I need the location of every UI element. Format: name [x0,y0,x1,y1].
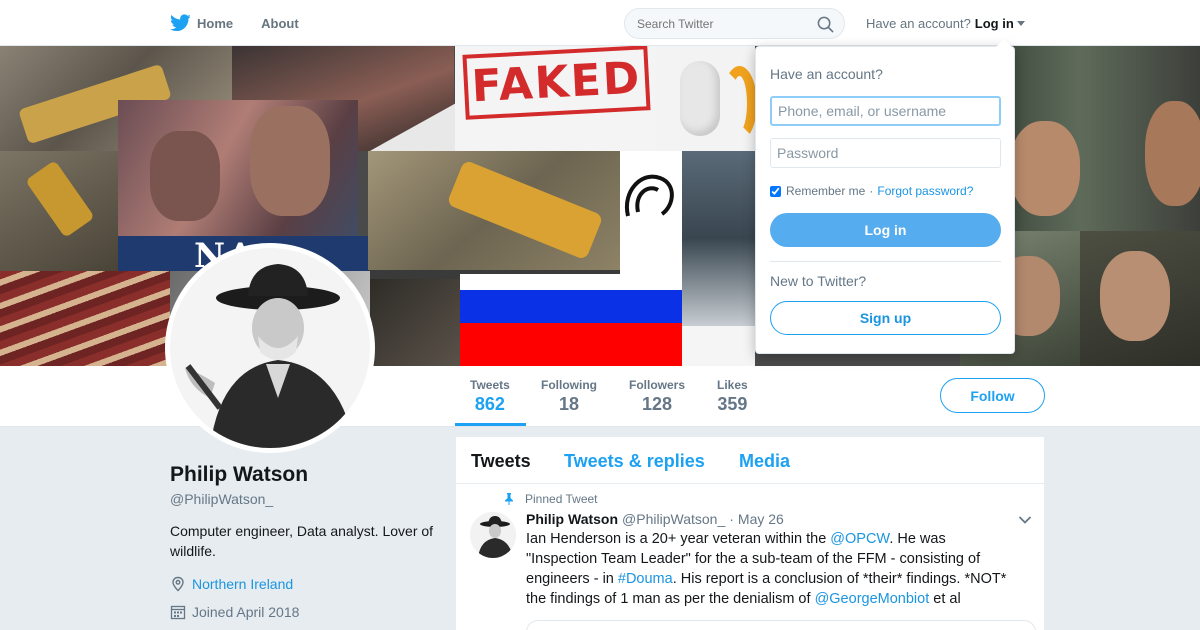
tweet-media-card[interactable] [526,620,1036,630]
remember-me-label[interactable]: Remember me [786,184,865,198]
tweet-text-part-4: et al [929,591,961,607]
tweet-author-avatar[interactable] [470,512,516,558]
dropdown-title: Have an account? [770,66,883,82]
stat-following[interactable]: Following 18 [541,378,597,415]
tweet-author-handle[interactable]: @PhilipWatson_ [622,511,725,527]
banner-faked-stamp: FAKED [455,46,655,151]
banner-photo-press [682,151,755,326]
tweet-author-name[interactable]: Philip Watson [526,511,618,527]
banner-logo-icon [624,174,674,217]
tweet-text-part-1: Ian Henderson is a 20+ year veteran with… [526,531,831,547]
forgot-password-link[interactable]: Forgot password? [877,184,973,198]
new-to-twitter-text: New to Twitter? [770,273,867,289]
signup-button[interactable]: Sign up [770,301,1001,335]
stat-tweets-value: 862 [474,394,505,414]
login-link[interactable]: Log in [975,16,1014,31]
pinned-tweet-label: Pinned Tweet [525,492,598,506]
banner-white-figure [680,61,720,136]
timeline-tabs: Tweets Tweets & replies Media [456,437,1044,484]
stat-likes[interactable]: Likes 359 [717,378,748,415]
profile-joined-text: Joined April 2018 [192,604,300,620]
password-field[interactable] [770,138,1001,168]
stat-tweets[interactable]: Tweets 862 [470,378,510,415]
avatar-image [170,248,370,448]
active-stat-underline [455,423,526,426]
dropdown-divider [770,261,1001,262]
stat-followers-value: 128 [641,394,673,414]
profile-name[interactable]: Philip Watson [170,463,308,487]
nav-left: Home About [170,0,327,46]
tweet-avatar-image [470,512,516,558]
tab-media[interactable]: Media [739,451,790,472]
login-button[interactable]: Log in [770,213,1001,247]
nav-home-label: Home [197,15,234,31]
banner-man-2 [1145,101,1200,206]
profile-joined-row: Joined April 2018 [170,604,299,620]
stat-likes-value: 359 [717,394,748,414]
remember-separator: · [869,184,874,198]
nav-home[interactable]: Home [170,0,233,46]
search-icon[interactable] [817,16,834,33]
tab-tweets[interactable]: Tweets [471,451,531,472]
banner-photo-mask [368,279,460,366]
banner-photo-blankets [0,271,170,366]
remember-me-checkbox[interactable] [770,185,781,197]
stat-followers[interactable]: Followers 128 [629,378,685,415]
tweet-separator: · [729,511,734,527]
banner-child-2 [250,106,330,216]
pin-icon [505,493,513,505]
twitter-bird-icon [170,14,191,32]
location-pin-icon [172,576,184,592]
banner-flag-red [460,323,682,366]
banner-man-1 [1010,121,1080,216]
search-input[interactable] [637,17,807,31]
tweet-header: Philip Watson @PhilipWatson_ · May 26 [526,511,784,527]
remember-row: Remember me · Forgot password? [770,184,973,198]
banner-boy-face-2 [1100,251,1170,341]
username-field[interactable] [770,96,1001,126]
tweet-mention-monbiot[interactable]: @GeorgeMonbiot [815,591,930,607]
nav-about-label: About [261,15,299,31]
banner-question-mark [722,66,757,141]
account-menu: Have an account? Log in [866,16,1025,31]
faked-stamp-text: FAKED [462,46,651,120]
stat-likes-label: Likes [717,378,748,392]
pinned-tweet-label-row: Pinned Tweet [503,492,598,506]
have-account-text: Have an account? [866,16,971,31]
stat-followers-label: Followers [629,378,686,392]
chevron-down-icon[interactable] [1018,515,1032,525]
profile-avatar[interactable] [165,243,375,453]
stat-following-value: 18 [558,394,580,414]
follow-button[interactable]: Follow [940,378,1045,413]
calendar-icon [170,605,186,620]
nav-about[interactable]: About [261,0,299,46]
banner-child-1 [150,131,220,221]
dropdown-arrow [996,39,1012,47]
tweet-mention-opcw[interactable]: @OPCW [830,531,889,547]
top-navigation: Home About Have an account? Log in [0,0,1200,46]
profile-location-link[interactable]: Northern Ireland [192,576,293,592]
profile-handle[interactable]: @PhilipWatson_ [170,491,273,507]
tweet-date[interactable]: May 26 [738,511,784,527]
profile-bio: Computer engineer, Data analyst. Lover o… [170,523,434,559]
tab-tweets-replies[interactable]: Tweets & replies [564,451,705,472]
timeline: Tweets Tweets & replies Media Pinned Twe… [456,437,1044,630]
tweet-hashtag-douma[interactable]: #Douma [618,571,673,587]
stat-tweets-label: Tweets [470,378,510,392]
banner-flag-blue [460,290,682,326]
stat-following-label: Following [541,378,597,392]
search-box [624,8,845,39]
caret-down-icon[interactable] [1016,21,1025,26]
login-dropdown: Have an account? Remember me · Forgot pa… [755,39,1015,354]
banner-white-area [682,326,755,366]
tweet-text: Ian Henderson is a 20+ year veteran with… [526,529,1016,609]
profile-location-row: Northern Ireland [170,576,293,592]
